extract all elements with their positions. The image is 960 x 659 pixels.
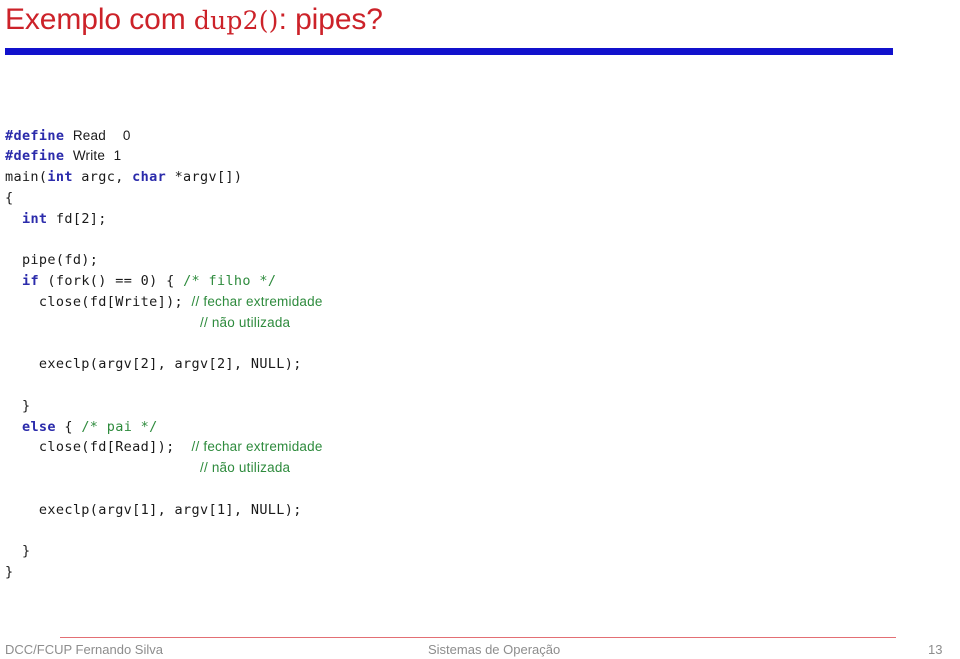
code-token: close(fd[Read]);	[5, 439, 192, 456]
code-token: {	[55, 418, 82, 435]
page-title: Exemplo com dup2(): pipes?	[5, 1, 383, 40]
code-token: 1	[113, 148, 122, 164]
code-token: /* pai */	[81, 418, 158, 435]
code-line: // não utilizada	[5, 458, 323, 479]
footer-rule	[60, 637, 896, 638]
code-listing: #define Read 0 #define Write 1 main(int ar…	[5, 126, 323, 584]
code-line: int fd[2];	[5, 209, 323, 230]
code-token: // não utilizada	[200, 314, 291, 330]
code-token: {	[5, 189, 14, 206]
code-line: close(fd[Write]); // fechar extremidade	[5, 292, 323, 313]
page-title-suffix: : pipes?	[278, 3, 383, 36]
code-line: pipe(fd);	[5, 250, 323, 271]
code-line: #define Write 1	[5, 146, 323, 167]
code-token: }	[5, 564, 14, 581]
code-token: /* filho */	[183, 273, 277, 290]
code-token: fd[2];	[47, 210, 107, 227]
code-token: (fork() == 0) {	[38, 273, 184, 290]
code-token: Read	[72, 127, 106, 143]
code-line: else { /* pai */	[5, 417, 323, 438]
code-token: close(fd[Write]);	[5, 293, 192, 310]
footer-page-number: 13	[928, 642, 943, 657]
code-token: main(	[5, 169, 48, 186]
code-line: // não utilizada	[5, 313, 323, 334]
code-line: execlp(argv[1], argv[1], NULL);	[5, 500, 323, 521]
code-token: if	[21, 273, 39, 290]
page-title-prefix: Exemplo com	[5, 3, 194, 36]
code-line: close(fd[Read]); // fechar extremidade	[5, 437, 323, 458]
page-title-monospace-term: dup2()	[193, 6, 279, 35]
code-line: {	[5, 188, 323, 209]
code-line: if (fork() == 0) { /* filho */	[5, 271, 323, 292]
code-token: // fechar extremidade	[191, 439, 323, 455]
code-token: *argv[])	[166, 169, 243, 186]
code-token: int	[21, 210, 48, 227]
code-token: char	[132, 169, 167, 186]
code-line: #define Read 0	[5, 126, 323, 147]
code-token: // não utilizada	[200, 460, 291, 476]
code-token: // fechar extremidade	[191, 293, 323, 309]
code-token: #define	[5, 127, 65, 144]
code-line: }	[5, 562, 323, 583]
code-token: argc,	[72, 169, 133, 186]
title-underline-rule	[5, 48, 893, 55]
code-token: int	[47, 169, 73, 186]
code-line: }	[5, 541, 323, 562]
code-token: }	[5, 543, 31, 560]
code-token: else	[21, 418, 56, 435]
footer-author: DCC/FCUP Fernando Silva	[5, 642, 163, 657]
footer-course-title: Sistemas de Operação	[428, 642, 561, 657]
code-token: execlp(argv[2], argv[2], NULL);	[5, 356, 302, 373]
code-token: Write	[72, 148, 106, 164]
code-line: main(int argc, char *argv[])	[5, 167, 323, 188]
code-token: pipe(fd);	[5, 252, 99, 269]
code-token: execlp(argv[1], argv[1], NULL);	[5, 501, 302, 518]
code-token: #define	[5, 148, 65, 165]
code-line: execlp(argv[2], argv[2], NULL);	[5, 354, 323, 375]
code-token: 0	[122, 127, 131, 143]
code-token: }	[5, 397, 31, 414]
code-line: }	[5, 396, 323, 417]
